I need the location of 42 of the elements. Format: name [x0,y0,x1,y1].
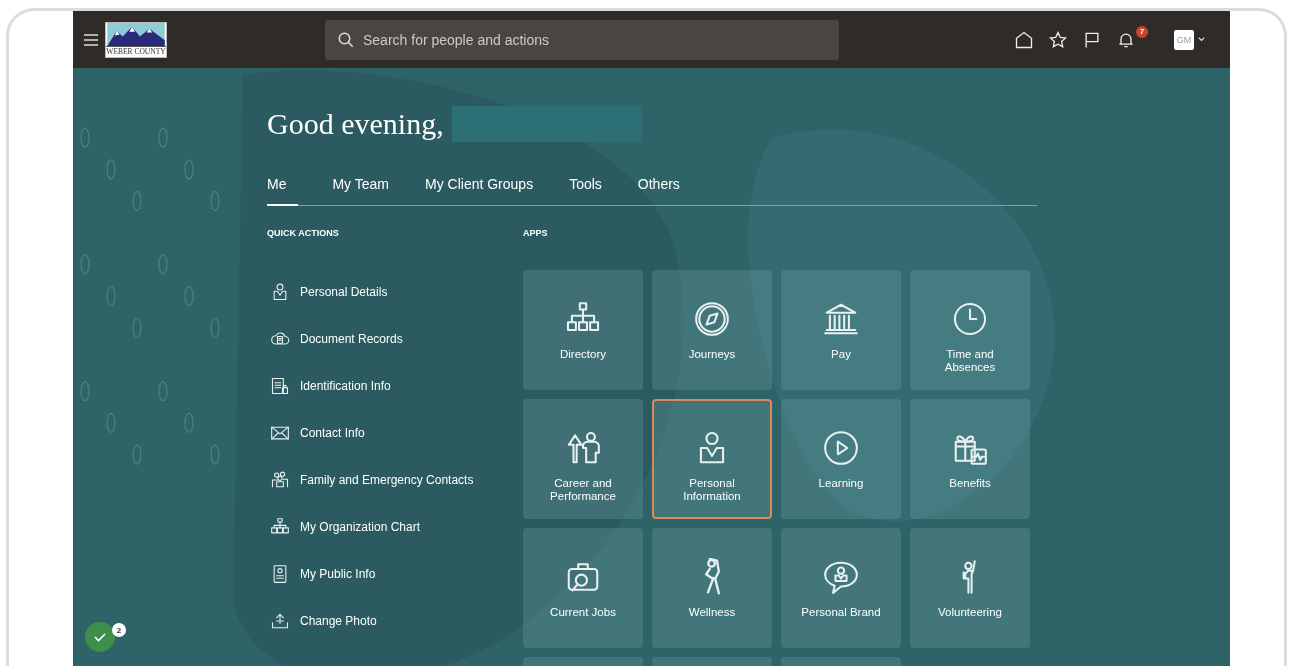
chevron-down-icon [1197,35,1206,44]
group-icon [270,469,290,490]
section-heading: QUICK ACTIONS [267,228,340,240]
star-icon[interactable] [1048,29,1068,50]
compass-icon [693,300,731,338]
quick-action-link[interactable]: Identification Info [267,362,523,409]
stretching-figure-icon [703,558,721,596]
quick-action-link[interactable]: My Organization Chart [267,503,523,550]
app-tile[interactable]: Directory [523,270,643,390]
app-tile[interactable]: Benefits [910,399,1030,519]
section-heading: APPS [523,228,549,240]
tab[interactable]: My Client Groups [425,176,534,206]
quick-action-link[interactable]: Family and Emergency Contacts [267,456,523,503]
quick-action-link[interactable]: Document Records [267,315,523,362]
clock-icon [951,300,989,338]
home-icon[interactable] [1014,29,1034,50]
app-tile[interactable]: Personal Information [652,399,772,519]
app-tile[interactable]: Personal Brand [781,528,901,648]
tab[interactable]: Tools [569,176,602,206]
play-icon [822,429,860,467]
app-tile[interactable]: Wellness [652,528,772,648]
menu-icon[interactable] [83,32,99,47]
quick-action-link[interactable]: My Public Info [267,550,523,597]
search-icon [337,30,355,49]
app-tile[interactable]: Learning [781,399,901,519]
tab[interactable]: Me [267,176,299,206]
app-tile[interactable]: Time and Absences [910,270,1030,390]
app-tile[interactable]: Volunteering [910,528,1030,648]
app-tile[interactable]: Career and Performance [523,399,643,519]
greeting: Good evening, [267,107,444,141]
app-tile[interactable]: Current Jobs [523,528,643,648]
check-icon [93,630,107,644]
quick-action-link[interactable]: Contact Info [267,409,523,456]
id-document-icon [270,375,290,396]
quick-action-link[interactable]: Change Photo [267,597,523,644]
app-tile[interactable]: Pay [781,270,901,390]
search-field[interactable]: Search for people and actions [325,19,839,60]
notification-badge: 7 [1136,25,1148,38]
tab[interactable]: Others [637,176,680,206]
quick-action-link[interactable]: Personal Details [267,268,523,315]
app-tile[interactable]: Journeys [652,270,772,390]
tab[interactable]: My Team [332,176,389,206]
